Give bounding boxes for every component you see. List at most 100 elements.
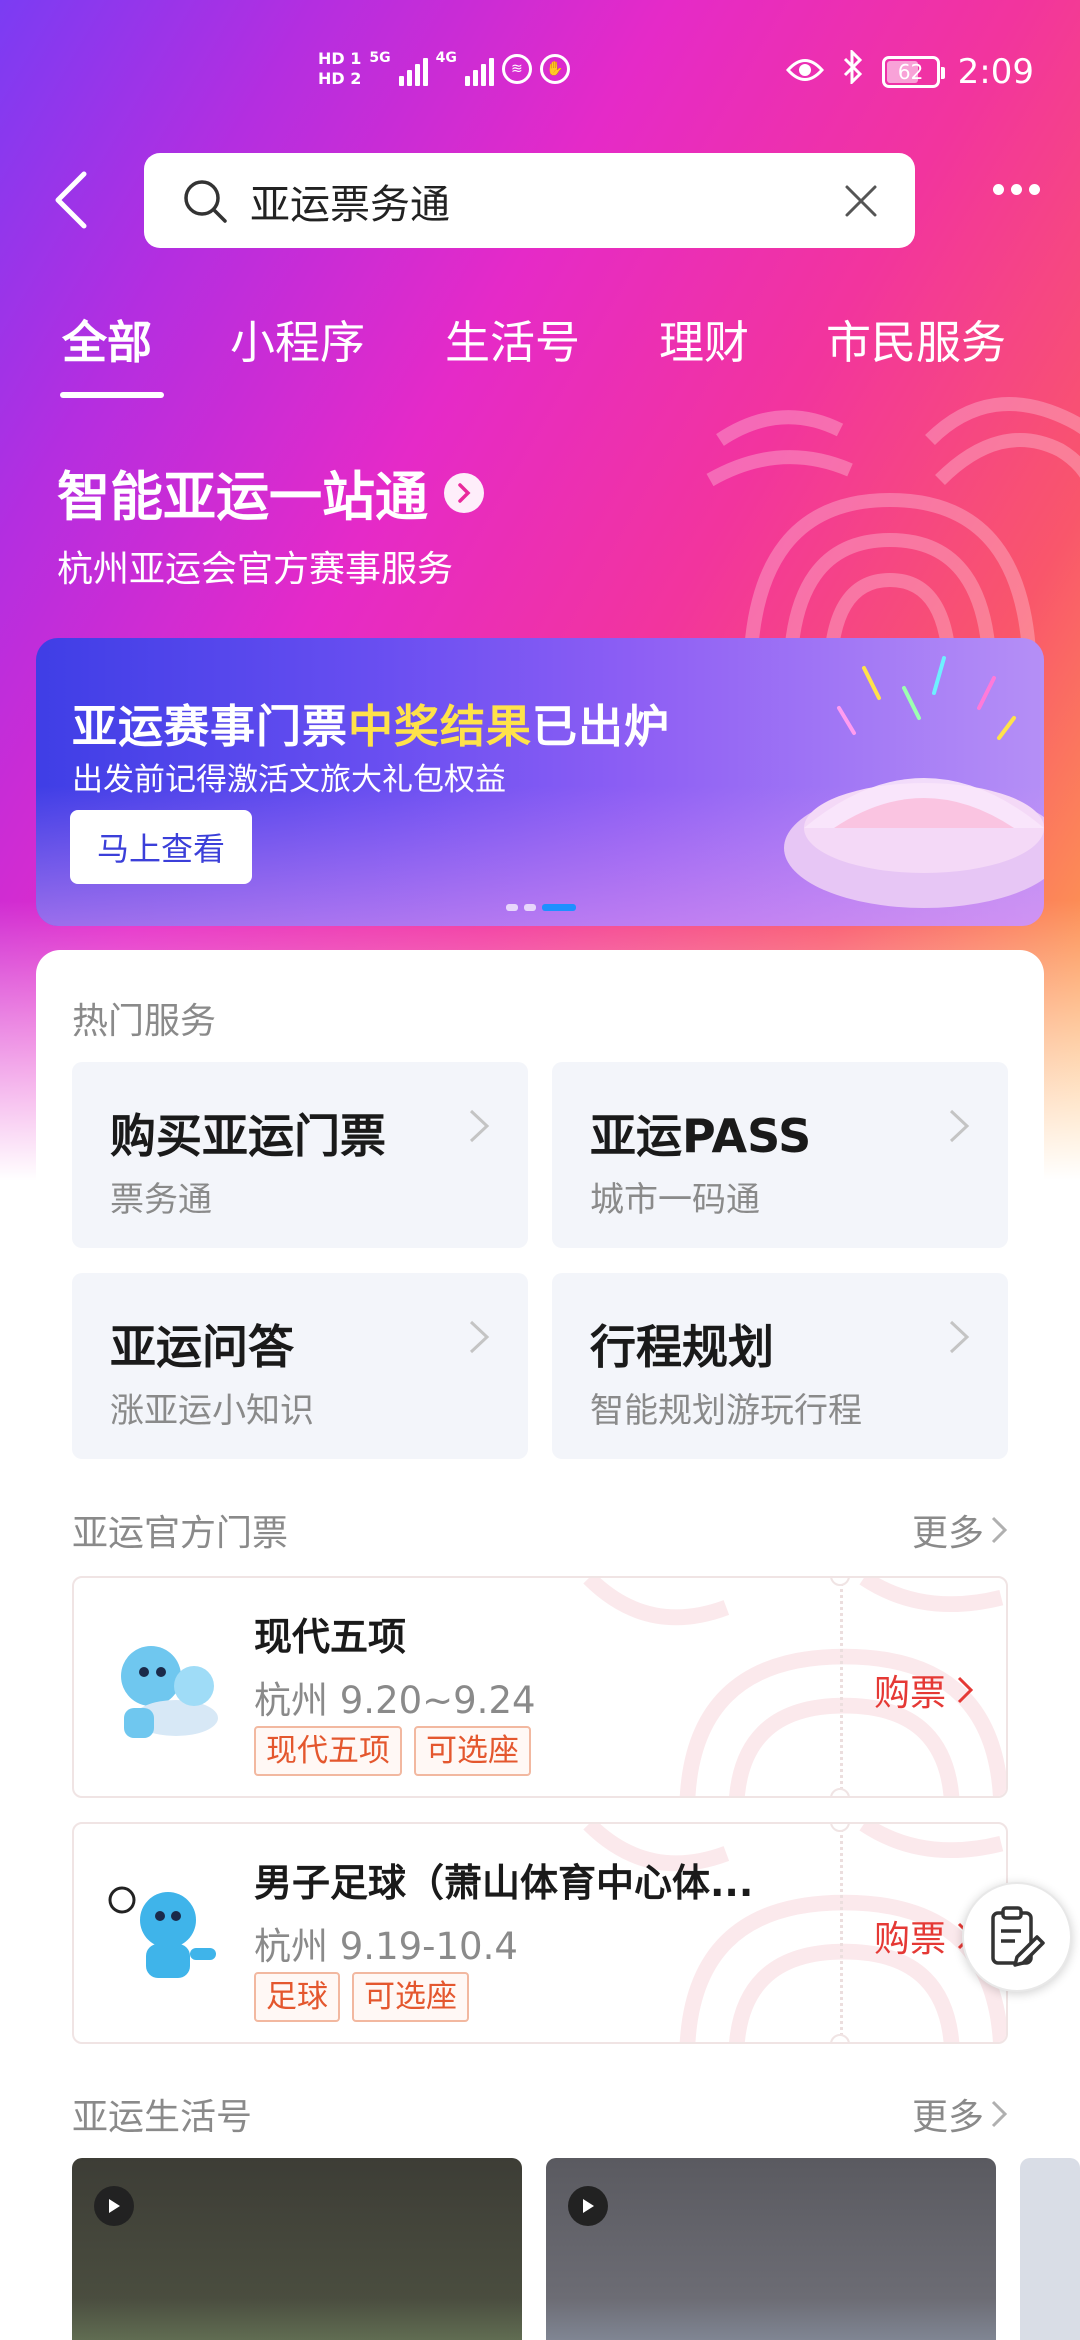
play-icon xyxy=(94,2186,134,2226)
service-asian-games-pass[interactable]: 亚运PASS 城市一码通 xyxy=(552,1062,1008,1248)
ticket-event-name: 男子足球（萧山体育中心体... xyxy=(254,1861,754,1905)
nfc-icon: ≋ xyxy=(501,54,532,84)
hd-indicator: HD 1 HD 2 xyxy=(318,50,361,88)
tab-citizen-services[interactable]: 市民服务 xyxy=(826,306,1006,371)
chevron-right-icon xyxy=(991,2100,1008,2128)
floating-clipboard-button[interactable] xyxy=(962,1882,1072,1992)
banner-view-button[interactable]: 马上查看 xyxy=(70,810,252,884)
service-subtitle: 智能规划游玩行程 xyxy=(590,1391,862,1431)
carousel-dot xyxy=(524,904,536,911)
eye-icon xyxy=(785,52,824,92)
search-bar[interactable]: 亚运票务通 xyxy=(144,153,915,248)
life-section-title: 亚运生活号 xyxy=(72,2097,253,2138)
banner-title-part1: 亚运赛事门票 xyxy=(72,700,349,753)
more-label: 更多 xyxy=(911,2097,984,2138)
buy-ticket-button[interactable]: 购票 xyxy=(874,1910,974,1962)
buy-ticket-button[interactable]: 购票 xyxy=(874,1664,974,1716)
service-subtitle: 城市一码通 xyxy=(590,1180,760,1220)
hand-icon: ✋ xyxy=(539,54,570,84)
hero-title: 智能亚运一站通 xyxy=(57,467,428,528)
service-trip-planning[interactable]: 行程规划 智能规划游玩行程 xyxy=(552,1273,1008,1459)
hd2-label: HD 2 xyxy=(318,69,362,88)
ticket-tag: 现代五项 xyxy=(254,1726,402,1776)
tab-life-accounts[interactable]: 生活号 xyxy=(445,306,580,371)
ticket-event-name: 现代五项 xyxy=(254,1615,407,1659)
life-more-link[interactable]: 更多 xyxy=(912,2088,1008,2140)
signal-bars-icon xyxy=(398,52,428,86)
ticket-divider xyxy=(840,1578,843,1796)
more-menu-button[interactable] xyxy=(993,184,1040,195)
banner-title: 亚运赛事门票中奖结果已出炉 xyxy=(72,690,670,755)
battery-level: 62 xyxy=(897,59,924,84)
carousel-dot-active xyxy=(542,904,576,911)
ticket-date: 杭州 9.19-10.4 xyxy=(254,1925,518,1968)
tab-mini-programs[interactable]: 小程序 xyxy=(230,306,365,371)
network-5g-label: 5G xyxy=(369,50,391,66)
status-bar: HD 1 HD 2 5G 4G ≋ ✋ 62 2:09 xyxy=(0,44,1080,114)
chevron-right-icon xyxy=(469,1320,490,1354)
clipboard-edit-icon xyxy=(991,1906,1045,1967)
more-label: 更多 xyxy=(911,1513,984,1554)
ticket-tag: 可选座 xyxy=(414,1726,531,1776)
tickets-section-title: 亚运官方门票 xyxy=(72,1513,289,1554)
promo-banner[interactable]: 亚运赛事门票中奖结果已出炉 出发前记得激活文旅大礼包权益 马上查看 xyxy=(36,638,1044,926)
status-left: HD 1 HD 2 5G 4G ≋ ✋ xyxy=(318,50,570,88)
search-input[interactable]: 亚运票务通 xyxy=(250,172,843,230)
bluetooth-icon xyxy=(842,48,864,93)
service-buy-tickets[interactable]: 购买亚运门票 票务通 xyxy=(72,1062,528,1248)
chevron-right-icon xyxy=(469,1109,490,1143)
ticket-date: 杭州 9.20~9.24 xyxy=(254,1679,536,1722)
ticket-tags: 现代五项 可选座 xyxy=(254,1726,531,1776)
service-subtitle: 涨亚运小知识 xyxy=(110,1391,314,1431)
buy-label: 购票 xyxy=(874,1919,947,1960)
clock: 2:09 xyxy=(957,51,1034,92)
active-tab-indicator xyxy=(60,392,164,398)
more-dots-icon xyxy=(1029,184,1040,195)
category-tabs: 全部 小程序 生活号 理财 市民服务 xyxy=(0,300,1080,400)
chevron-right-icon xyxy=(949,1320,970,1354)
asian-games-pattern xyxy=(706,397,1080,680)
ticket-divider xyxy=(840,1824,843,2042)
search-icon xyxy=(184,179,227,223)
clear-icon[interactable] xyxy=(843,183,879,219)
hd1-label: HD 1 xyxy=(318,49,362,68)
back-arrow-icon xyxy=(55,171,87,229)
content-card: 热门服务 购买亚运门票 票务通 亚运PASS 城市一码通 亚运问答 涨亚运小知识… xyxy=(36,950,1044,2340)
hero-title-link[interactable]: 智能亚运一站通 xyxy=(57,455,484,531)
buy-label: 购票 xyxy=(874,1673,947,1714)
mascot-football-image xyxy=(108,1886,216,1978)
service-subtitle: 票务通 xyxy=(110,1180,212,1220)
service-qa[interactable]: 亚运问答 涨亚运小知识 xyxy=(72,1273,528,1459)
ticket-tag: 可选座 xyxy=(352,1972,469,2022)
banner-subtitle: 出发前记得激活文旅大礼包权益 xyxy=(72,762,506,798)
chevron-right-icon xyxy=(444,473,484,513)
status-right: 62 2:09 xyxy=(785,48,1034,93)
more-dots-icon xyxy=(1011,184,1022,195)
tickets-more-link[interactable]: 更多 xyxy=(912,1504,1008,1556)
battery-icon: 62 xyxy=(881,55,945,88)
more-dots-icon xyxy=(993,184,1004,195)
mascot-pentathlon-image xyxy=(121,1646,218,1738)
chevron-right-icon xyxy=(949,1109,970,1143)
tab-finance[interactable]: 理财 xyxy=(659,306,749,371)
video-card[interactable] xyxy=(546,2158,996,2340)
tab-all[interactable]: 全部 xyxy=(62,306,152,371)
chevron-right-icon xyxy=(991,1516,1008,1544)
ticket-tag: 足球 xyxy=(254,1972,340,2022)
ticket-card[interactable]: 现代五项 杭州 9.20~9.24 现代五项 可选座 购票 xyxy=(72,1576,1008,1798)
service-name: 亚运PASS xyxy=(590,1109,812,1163)
chevron-right-icon xyxy=(957,1676,974,1704)
back-button[interactable] xyxy=(52,170,102,230)
service-name: 行程规划 xyxy=(590,1320,774,1374)
service-name: 亚运问答 xyxy=(110,1320,294,1374)
hot-services-title: 热门服务 xyxy=(72,1001,217,1042)
signal-bars-icon xyxy=(464,52,494,86)
video-card[interactable] xyxy=(72,2158,522,2340)
ticket-card[interactable]: 男子足球（萧山体育中心体... 杭州 9.19-10.4 足球 可选座 购票 xyxy=(72,1822,1008,2044)
banner-title-highlight: 中奖结果 xyxy=(348,700,533,753)
video-card-partial[interactable] xyxy=(1020,2158,1080,2340)
network-4g-label: 4G xyxy=(435,50,457,66)
play-icon xyxy=(568,2186,608,2226)
carousel-dot xyxy=(506,904,518,911)
banner-title-part2: 已出炉 xyxy=(532,700,671,753)
